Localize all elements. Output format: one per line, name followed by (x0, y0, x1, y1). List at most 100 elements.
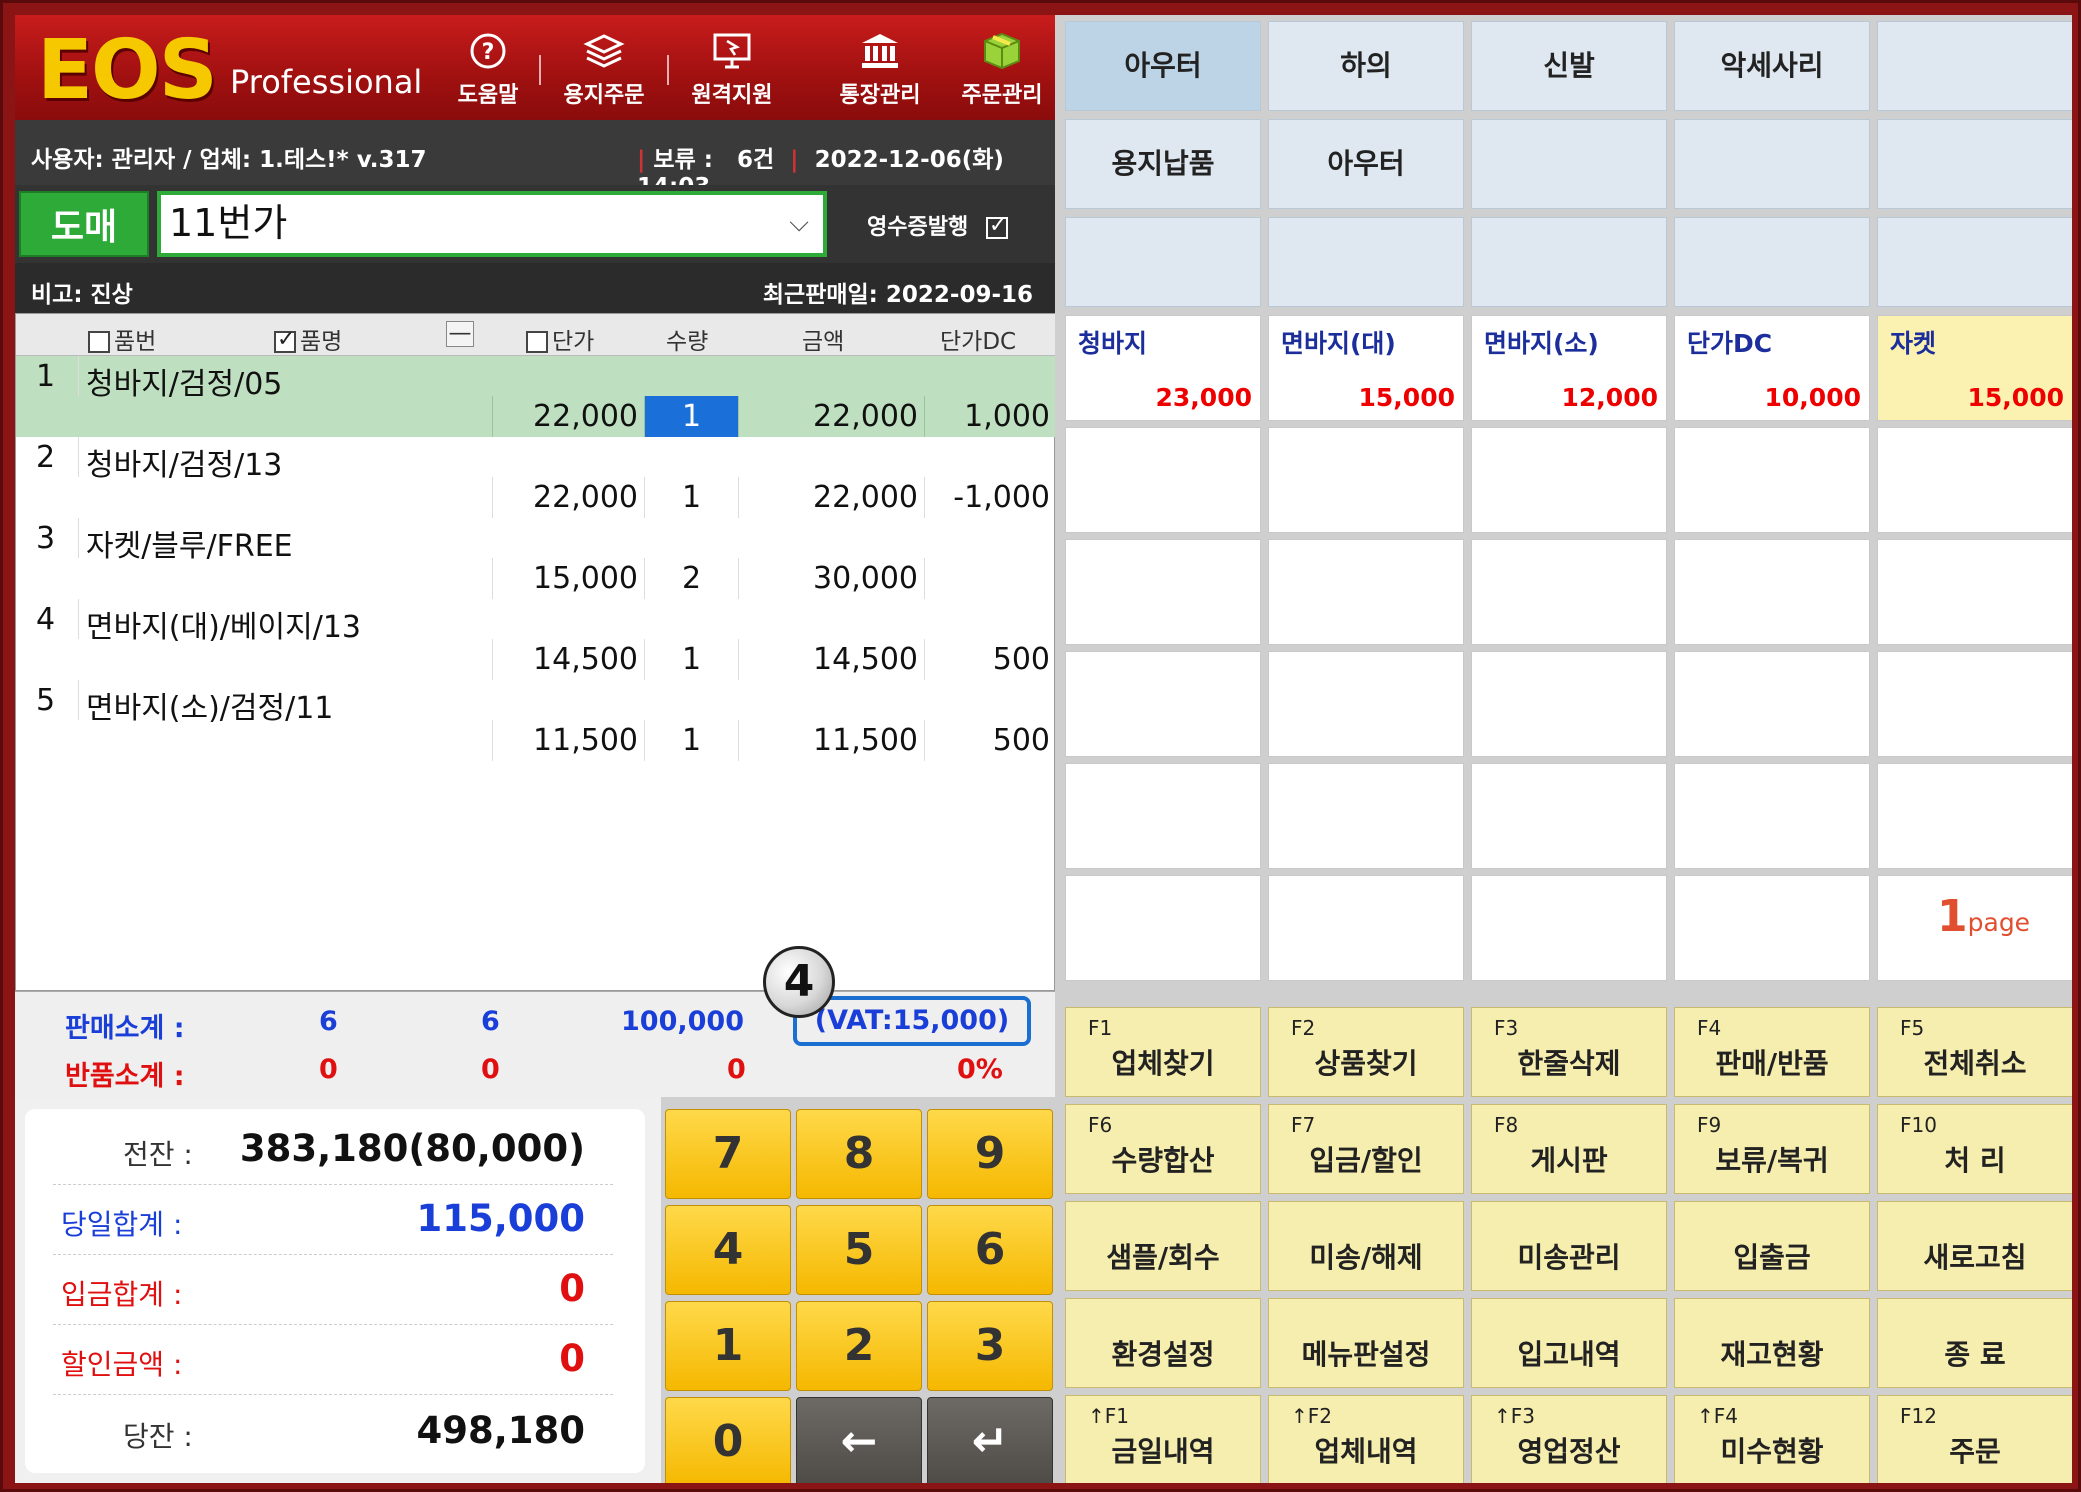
header-price[interactable]: 단가 (526, 322, 594, 356)
backspace-key[interactable]: ← (796, 1397, 922, 1483)
row-amount[interactable]: 30,000 (738, 558, 924, 599)
product-slot-empty[interactable] (1674, 651, 1870, 757)
key-4[interactable]: 4 (665, 1205, 791, 1295)
category-slot-empty[interactable] (1471, 217, 1667, 307)
function-button[interactable]: F7 입금/할인 (1268, 1104, 1464, 1194)
function-button[interactable]: F10 처 리 (1877, 1104, 2072, 1194)
function-button[interactable]: 종 료 (1877, 1298, 2072, 1388)
receipt-checkbox[interactable] (985, 213, 1008, 239)
key-9[interactable]: 9 (927, 1109, 1053, 1199)
row-price[interactable]: 22,000 (492, 477, 644, 518)
function-button[interactable]: 입출금 (1674, 1201, 1870, 1291)
key-6[interactable]: 6 (927, 1205, 1053, 1295)
key-2[interactable]: 2 (796, 1301, 922, 1391)
function-button[interactable]: ↑F1 금일내역 (1065, 1395, 1261, 1483)
function-button[interactable]: F12 주문 (1877, 1395, 2072, 1483)
function-button[interactable]: F9 보류/복귀 (1674, 1104, 1870, 1194)
product-slot-empty[interactable] (1471, 651, 1667, 757)
product-page-indicator[interactable]: 1page (1937, 891, 2030, 942)
key-0[interactable]: 0 (665, 1397, 791, 1483)
function-button[interactable]: ↑F2 업체내역 (1268, 1395, 1464, 1483)
row-unit-dc[interactable] (924, 558, 1056, 599)
table-row[interactable]: 2 청바지/검정/13 22,000 1 22,000 -1,000 (16, 437, 1056, 518)
key-7[interactable]: 7 (665, 1109, 791, 1199)
row-price[interactable]: 11,500 (492, 720, 644, 761)
product-slot-empty[interactable] (1877, 539, 2072, 645)
enter-key[interactable]: ↵ (927, 1397, 1053, 1483)
function-button[interactable]: 입고내역 (1471, 1298, 1667, 1388)
table-row[interactable]: 3 자켓/블루/FREE 15,000 2 30,000 (16, 518, 1056, 599)
row-unit-dc[interactable]: 1,000 (924, 396, 1056, 437)
product-slot-empty[interactable] (1268, 875, 1464, 981)
product-slot-empty[interactable] (1268, 763, 1464, 869)
product-slot-empty[interactable] (1877, 651, 2072, 757)
row-qty[interactable]: 1 (644, 396, 738, 437)
table-row[interactable]: 5 면바지(소)/검정/11 11,500 1 11,500 500 (16, 680, 1056, 761)
product-slot-empty[interactable] (1674, 875, 1870, 981)
header-code[interactable]: 품번 (88, 322, 156, 356)
product-button[interactable]: 자켓 15,000 (1877, 315, 2072, 421)
collapse-button[interactable]: — (446, 320, 474, 347)
product-slot-empty[interactable] (1268, 651, 1464, 757)
category-button[interactable]: 아우터 (1268, 119, 1464, 209)
function-button[interactable]: F8 게시판 (1471, 1104, 1667, 1194)
sale-mode-button[interactable]: 도매 (19, 191, 149, 257)
toolbar-order-management-button[interactable]: 주문관리 (947, 29, 1057, 114)
function-button[interactable]: 미송관리 (1471, 1201, 1667, 1291)
row-price[interactable]: 15,000 (492, 558, 644, 599)
product-button[interactable]: 청바지 23,000 (1065, 315, 1261, 421)
function-button[interactable]: 샘플/회수 (1065, 1201, 1261, 1291)
receipt-toggle[interactable]: 영수증발행 (867, 209, 1008, 241)
product-slot-empty[interactable] (1877, 427, 2072, 533)
product-slot-empty[interactable] (1674, 539, 1870, 645)
price-checkbox[interactable] (526, 331, 548, 353)
key-1[interactable]: 1 (665, 1301, 791, 1391)
function-button[interactable]: 미송/해제 (1268, 1201, 1464, 1291)
toolbar-bank-button[interactable]: 통장관리 (825, 29, 935, 114)
row-qty[interactable]: 1 (644, 639, 738, 680)
category-button[interactable]: 하의 (1268, 21, 1464, 111)
row-amount[interactable]: 14,500 (738, 639, 924, 680)
code-checkbox[interactable] (88, 331, 110, 353)
table-row[interactable]: 4 면바지(대)/베이지/13 14,500 1 14,500 500 (16, 599, 1056, 680)
row-unit-dc[interactable]: -1,000 (924, 477, 1056, 518)
product-slot-empty[interactable] (1674, 763, 1870, 869)
toolbar-help-button[interactable]: ? 도움말 (433, 29, 543, 114)
chevron-down-icon[interactable]: ⌵ (789, 195, 809, 251)
function-button[interactable]: F3 한줄삭제 (1471, 1007, 1667, 1097)
product-slot-empty[interactable] (1268, 539, 1464, 645)
customer-select[interactable]: 11번가 ⌵ (157, 191, 827, 257)
product-slot-empty[interactable] (1471, 875, 1667, 981)
category-slot-empty[interactable] (1471, 119, 1667, 209)
key-8[interactable]: 8 (796, 1109, 922, 1199)
key-5[interactable]: 5 (796, 1205, 922, 1295)
row-amount[interactable]: 11,500 (738, 720, 924, 761)
header-name[interactable]: 품명 (274, 322, 342, 356)
category-button[interactable]: 악세사리 (1674, 21, 1870, 111)
row-price[interactable]: 14,500 (492, 639, 644, 680)
function-button[interactable]: F5 전체취소 (1877, 1007, 2072, 1097)
row-unit-dc[interactable]: 500 (924, 639, 1056, 680)
function-button[interactable]: F2 상품찾기 (1268, 1007, 1464, 1097)
category-button[interactable]: 신발 (1471, 21, 1667, 111)
toolbar-paper-order-button[interactable]: 용지주문 (549, 29, 659, 114)
function-button[interactable]: F4 판매/반품 (1674, 1007, 1870, 1097)
product-button[interactable]: 면바지(소) 12,000 (1471, 315, 1667, 421)
category-slot-empty[interactable] (1877, 217, 2072, 307)
function-button[interactable]: ↑F4 미수현황 (1674, 1395, 1870, 1483)
function-button[interactable]: 환경설정 (1065, 1298, 1261, 1388)
name-checkbox[interactable] (274, 327, 296, 353)
key-3[interactable]: 3 (927, 1301, 1053, 1391)
row-amount[interactable]: 22,000 (738, 477, 924, 518)
product-slot-empty[interactable] (1268, 427, 1464, 533)
product-slot-empty[interactable] (1065, 651, 1261, 757)
row-qty[interactable]: 2 (644, 558, 738, 599)
function-button[interactable]: ↑F3 영업정산 (1471, 1395, 1667, 1483)
category-slot-empty[interactable] (1877, 119, 2072, 209)
table-row[interactable]: 1 청바지/검정/05 22,000 1 22,000 1,000 (16, 356, 1056, 437)
product-slot-empty[interactable] (1471, 763, 1667, 869)
product-button[interactable]: 단가DC 10,000 (1674, 315, 1870, 421)
product-slot-empty[interactable] (1065, 539, 1261, 645)
product-slot-empty[interactable] (1471, 427, 1667, 533)
category-slot-empty[interactable] (1674, 119, 1870, 209)
